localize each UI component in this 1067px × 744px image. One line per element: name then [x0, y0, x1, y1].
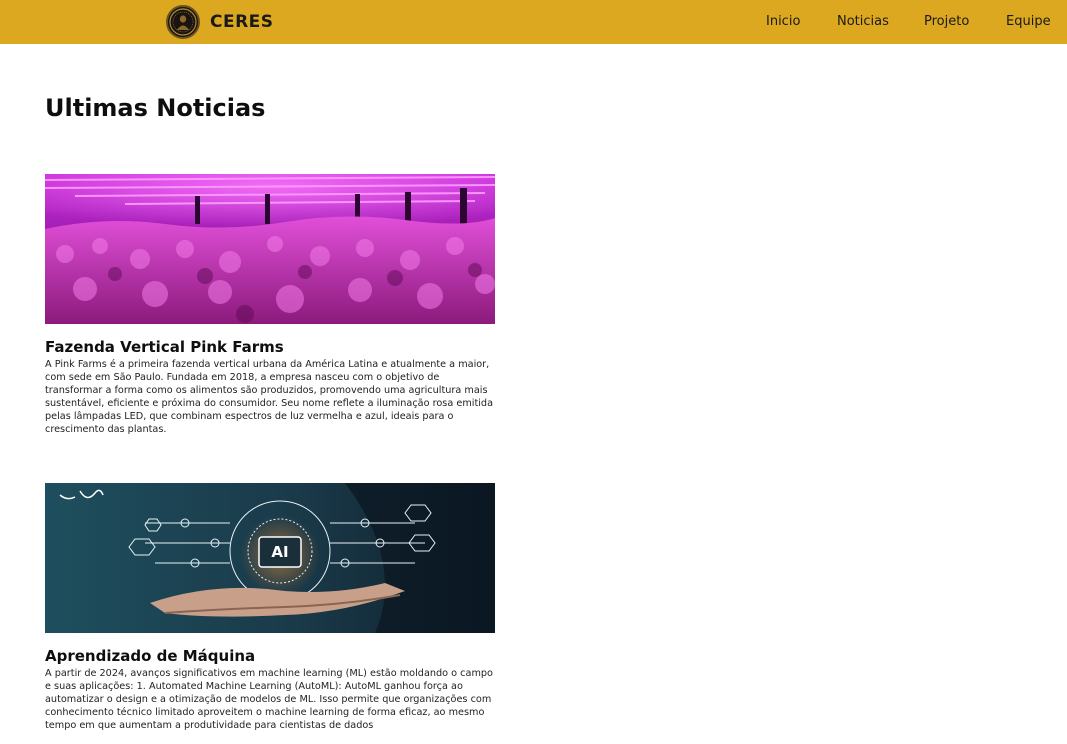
nav-equipe[interactable]: Equipe: [1006, 14, 1051, 29]
pink-led-vertical-farm-photo[interactable]: [45, 174, 495, 324]
article-title[interactable]: Fazenda Vertical Pink Farms: [45, 338, 495, 356]
brand[interactable]: CERES: [166, 3, 274, 41]
ai-chip-label: AI: [271, 543, 288, 561]
article-text: A partir de 2024, avanços significativos…: [45, 668, 493, 731]
ai-chip-hand-illustration[interactable]: AI: [45, 483, 495, 633]
brand-name: CERES: [210, 12, 274, 32]
article-text: A Pink Farms é a primeira fazenda vertic…: [45, 359, 494, 435]
nav-inicio[interactable]: Inicio: [766, 14, 800, 29]
news-card-machine-learning[interactable]: AI Aprendizado de Máquina A partir de 20…: [45, 483, 495, 732]
top-navbar: CERES Inicio Noticias Projeto Equipe: [0, 0, 1067, 44]
ceres-seal-logo-icon: [166, 5, 200, 39]
nav-noticias[interactable]: Noticias: [837, 14, 889, 29]
article-title[interactable]: Aprendizado de Máquina: [45, 647, 495, 665]
news-card-pink-farms[interactable]: Fazenda Vertical Pink Farms A Pink Farms…: [45, 174, 495, 436]
page-title: Ultimas Noticias: [45, 94, 266, 122]
nav-projeto[interactable]: Projeto: [924, 14, 969, 29]
